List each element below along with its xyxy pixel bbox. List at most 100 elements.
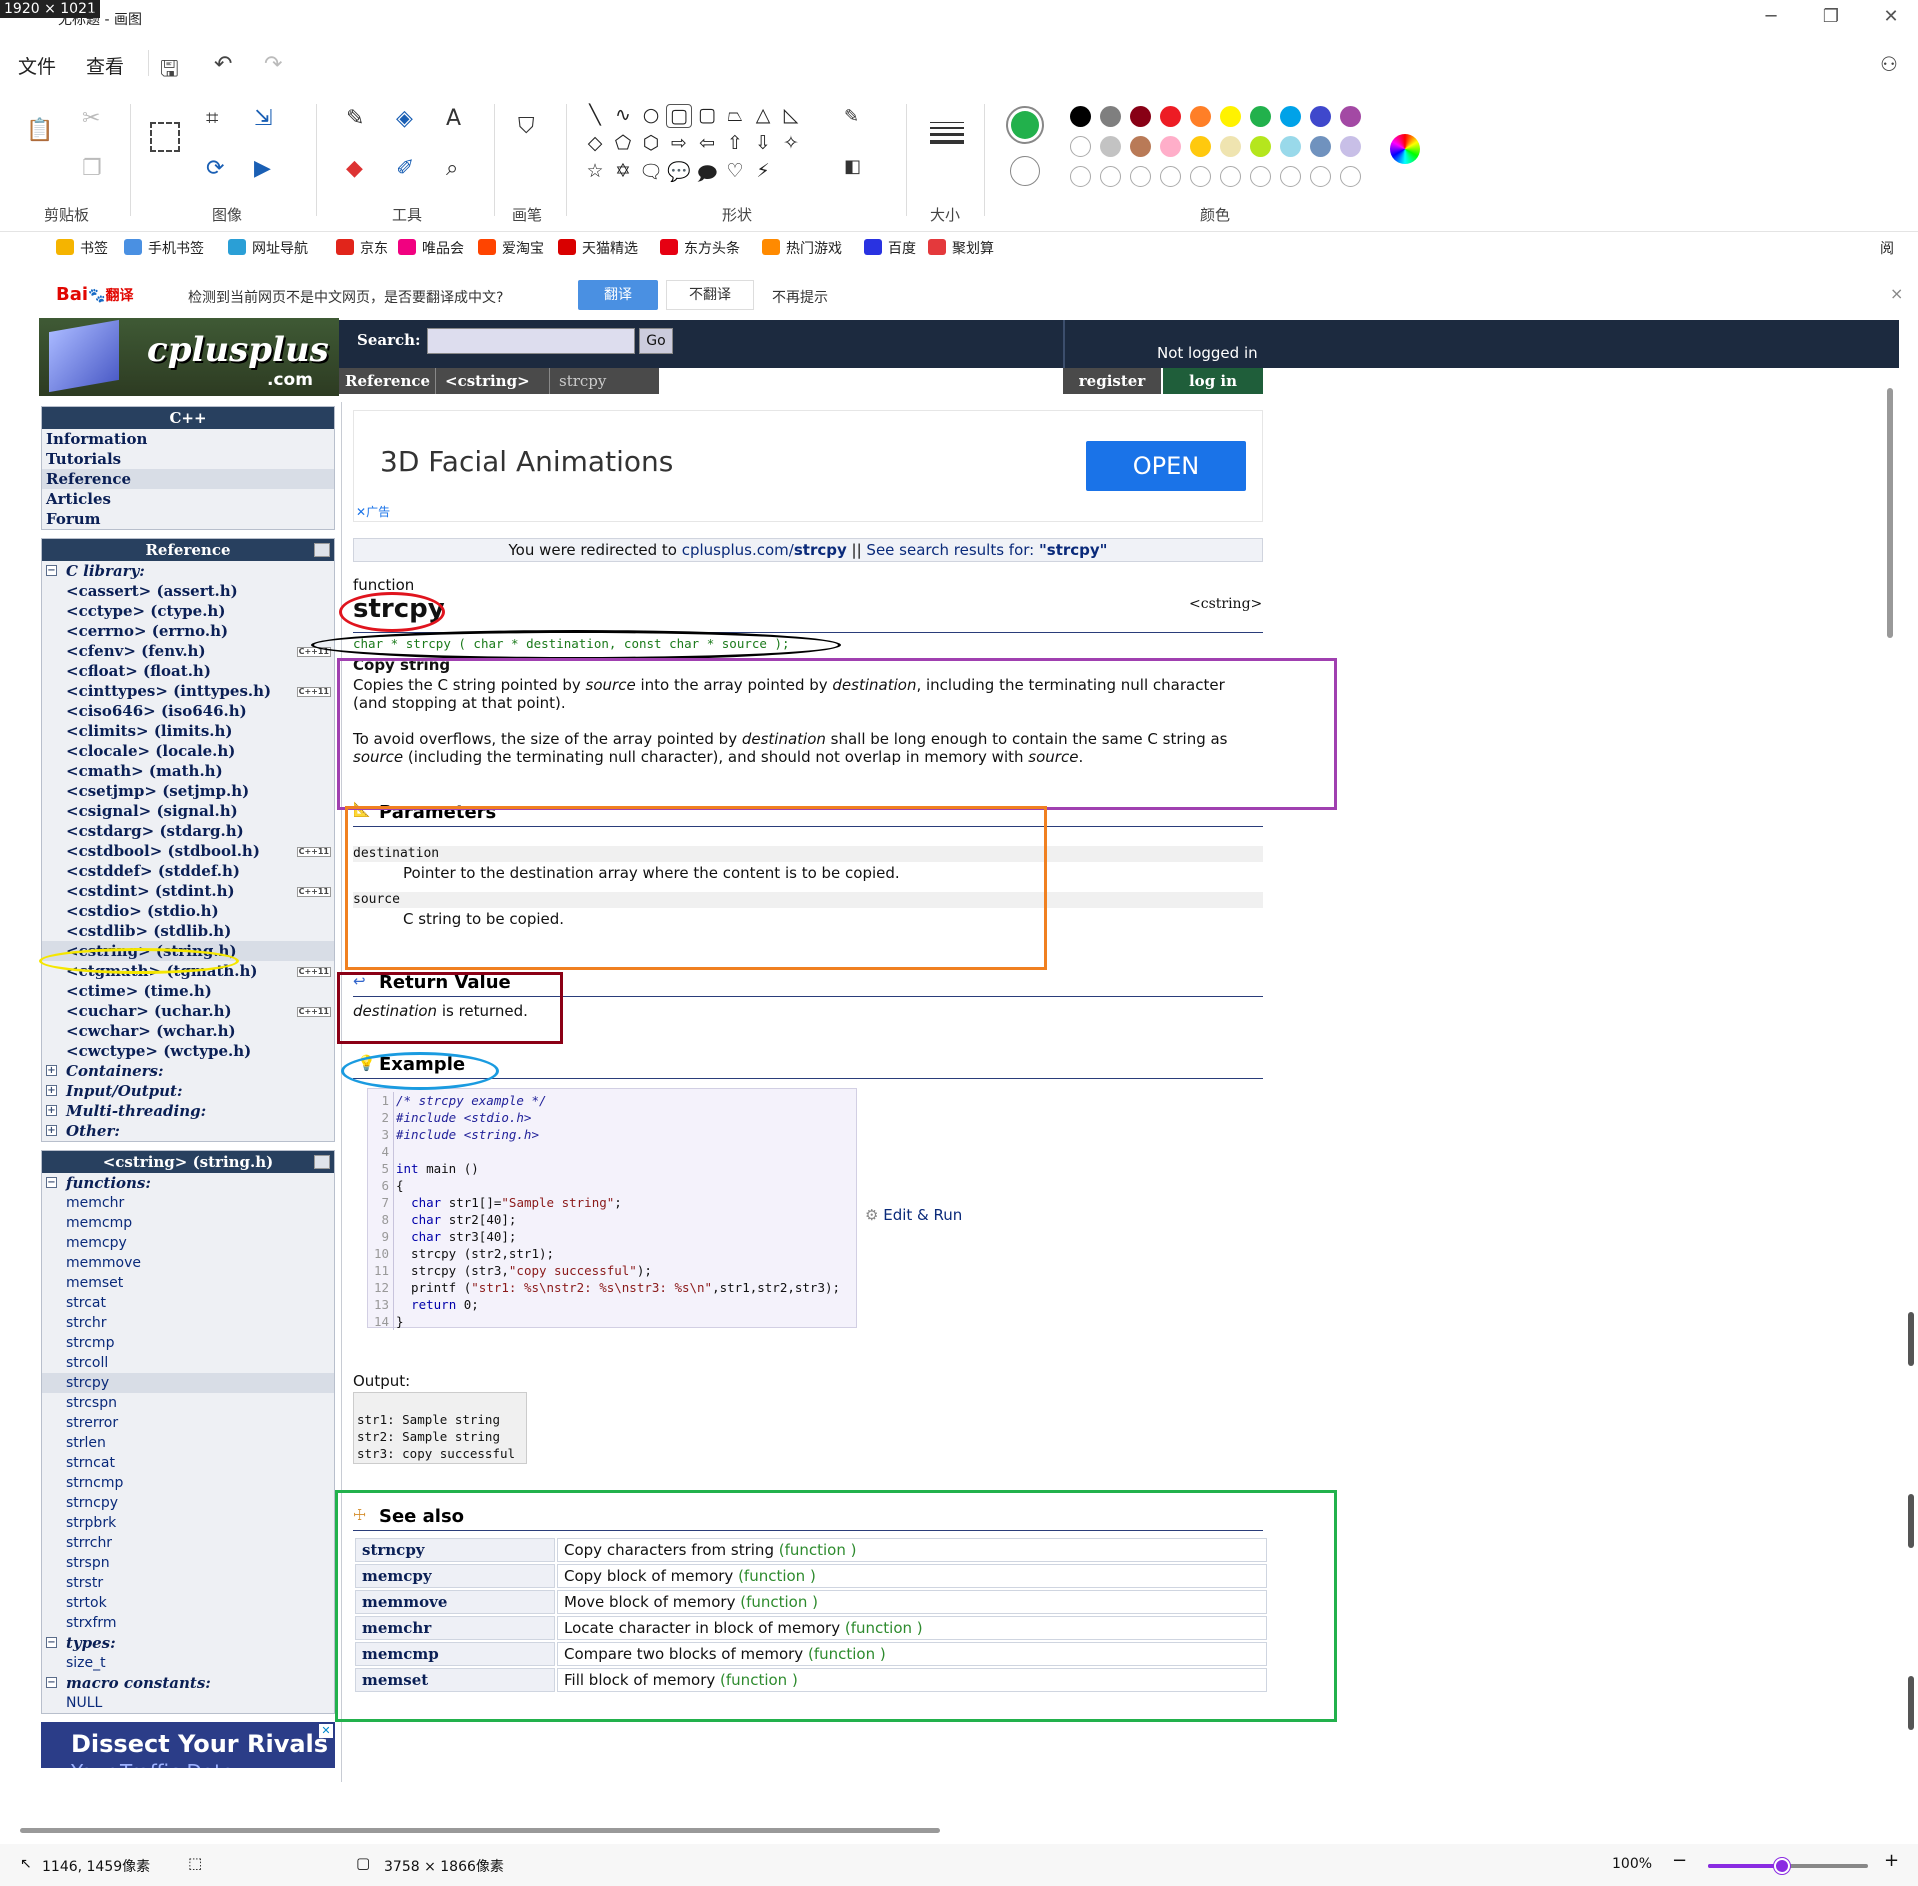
search-go-button[interactable]: Go [639,328,673,354]
color-swatch[interactable] [1310,106,1331,127]
bookmark-item[interactable]: 京东 [336,238,388,258]
color-swatch[interactable] [1220,106,1241,127]
restore-button[interactable]: ❐ [1816,6,1846,27]
tree-header-item[interactable]: <cinttypes> (inttypes.h) C++11 [42,681,334,701]
color-swatch[interactable] [1160,106,1181,127]
custom-color-slot[interactable] [1130,166,1151,187]
tree-c-library[interactable]: − C library: [42,561,334,581]
tree-category[interactable]: + Multi-threading: [42,1101,334,1121]
tree-header-item[interactable]: <ciso646> (iso646.h) [42,701,334,721]
translate-close-icon[interactable]: × [1890,284,1903,303]
tree-function-item[interactable]: strrchr [42,1533,334,1553]
hexagon-shape-icon[interactable]: ⬡ [638,132,664,154]
outline-icon[interactable]: ✎ [844,106,859,127]
expand-icon[interactable]: + [46,1105,57,1116]
color-picker-icon[interactable]: ✐ [396,156,414,181]
sidebar-ad[interactable]: Dissect Your Rivals Your Traffic Data ✕ [41,1722,335,1768]
four-point-star-shape-icon[interactable]: ✧ [778,132,804,154]
zoom-slider[interactable] [1708,1858,1868,1874]
color-swatch[interactable] [1070,106,1091,127]
tree-function-item[interactable]: memmove [42,1253,334,1273]
ad-close-icon[interactable]: ✕ [319,1724,333,1738]
custom-color-slot[interactable] [1160,166,1181,187]
resize-icon[interactable]: ⇲ [254,106,272,131]
tree-header-item[interactable]: <cstdbool> (stdbool.h) C++11 [42,841,334,861]
zoom-slider-thumb[interactable] [1773,1858,1790,1874]
text-icon[interactable]: A [446,106,461,131]
bookmark-item[interactable]: 百度 [864,238,916,258]
custom-color-slot[interactable] [1280,166,1301,187]
bookmark-item[interactable]: 天猫精选 [558,238,638,258]
fill-icon[interactable]: ◈ [396,106,413,131]
collapse-icon[interactable]: − [46,1177,57,1188]
tree-function-item[interactable]: strcat [42,1293,334,1313]
nav-item-articles[interactable]: Articles [42,489,334,509]
reading-mode-button[interactable]: 阅 [1880,238,1894,258]
right-arrow-shape-icon[interactable]: ⇨ [666,132,692,154]
share-icon[interactable]: ⚇ [1880,52,1898,76]
tree-function-item[interactable]: memcmp [42,1213,334,1233]
tree-header-item[interactable]: <cstdint> (stdint.h) C++11 [42,881,334,901]
tree-function-item[interactable]: strpbrk [42,1513,334,1533]
oval-shape-icon[interactable]: ○ [638,104,664,126]
tree-function-item[interactable]: strerror [42,1413,334,1433]
tree-header-item[interactable]: <cfloat> (float.h) [42,661,334,681]
custom-color-slot[interactable] [1250,166,1271,187]
page-scrollbar-thumb[interactable] [1887,388,1893,638]
tree-header-item[interactable]: <ctime> (time.h) [42,981,334,1001]
color-swatch[interactable] [1100,136,1121,157]
select-icon[interactable] [150,122,180,152]
tree-function-item[interactable]: strncpy [42,1493,334,1513]
nav-item-forum[interactable]: Forum [42,509,334,529]
canvas-resize-handle[interactable] [1908,1676,1914,1730]
canvas-resize-handle[interactable] [1908,1494,1914,1548]
expand-icon[interactable]: + [46,1065,57,1076]
menu-view[interactable]: 查看 [86,52,124,79]
bookmark-item[interactable]: 唯品会 [398,238,464,258]
tree-header-item[interactable]: <csignal> (signal.h) [42,801,334,821]
custom-color-slot[interactable] [1310,166,1331,187]
tree-header-item[interactable]: <cmath> (math.h) [42,761,334,781]
heart-shape-icon[interactable]: ♡ [722,160,748,182]
tree-macro-constants[interactable]: − macro constants: [42,1673,334,1693]
down-arrow-shape-icon[interactable]: ⇩ [750,132,776,154]
tree-item-null[interactable]: NULL [42,1693,334,1713]
tree-header-item[interactable]: <cctype> (ctype.h) [42,601,334,621]
copy-icon[interactable]: ❐ [82,156,102,181]
tree-header-item[interactable]: <cuchar> (uchar.h) C++11 [42,1001,334,1021]
bookmark-item[interactable]: 热门游戏 [762,238,842,258]
color-swatch[interactable] [1280,106,1301,127]
zoom-in-button[interactable]: + [1884,1850,1899,1871]
rectangle-shape-icon[interactable]: ▢ [666,104,692,128]
save-icon[interactable]: 🖫 [160,52,179,90]
tree-header-item[interactable]: <cwchar> (wchar.h) [42,1021,334,1041]
rotate-icon[interactable]: ⟳ [206,156,224,181]
color-swatch[interactable] [1310,136,1331,157]
tree-function-item[interactable]: strcoll [42,1353,334,1373]
bookmark-item[interactable]: 聚划算 [928,238,994,258]
undo-icon[interactable]: ↶ [214,52,232,77]
six-point-star-shape-icon[interactable]: ✡ [610,160,636,182]
site-logo[interactable]: cplusplus .com [39,318,339,396]
custom-color-slot[interactable] [1100,166,1121,187]
right-triangle-shape-icon[interactable]: ◺ [778,104,804,126]
bookmark-item[interactable]: 爱淘宝 [478,238,544,258]
color-swatch[interactable] [1340,136,1361,157]
redirect-link[interactable]: cplusplus.com/strcpy [682,541,847,559]
tree-category[interactable]: + Input/Output: [42,1081,334,1101]
tree-function-item[interactable]: strxfrm [42,1613,334,1633]
nav-item-tutorials[interactable]: Tutorials [42,449,334,469]
tree-function-item[interactable]: strcspn [42,1393,334,1413]
left-arrow-shape-icon[interactable]: ⇦ [694,132,720,154]
menu-file[interactable]: 文件 [18,52,56,79]
size-icon[interactable] [930,122,964,144]
breadcrumb-cstring[interactable]: <cstring> [445,372,530,390]
pencil-icon[interactable]: ✎ [346,106,364,131]
lightning-shape-icon[interactable]: ⚡ [750,160,776,182]
crop-icon[interactable]: ⌗ [206,106,218,131]
cloud-callout-shape-icon[interactable]: 🗩 [694,160,720,192]
tree-header-item[interactable]: <cstdarg> (stdarg.h) [42,821,334,841]
magnifier-icon[interactable]: ⌕ [446,156,458,181]
tree-function-item[interactable]: strstr [42,1573,334,1593]
primary-color-swatch[interactable] [1006,106,1044,144]
